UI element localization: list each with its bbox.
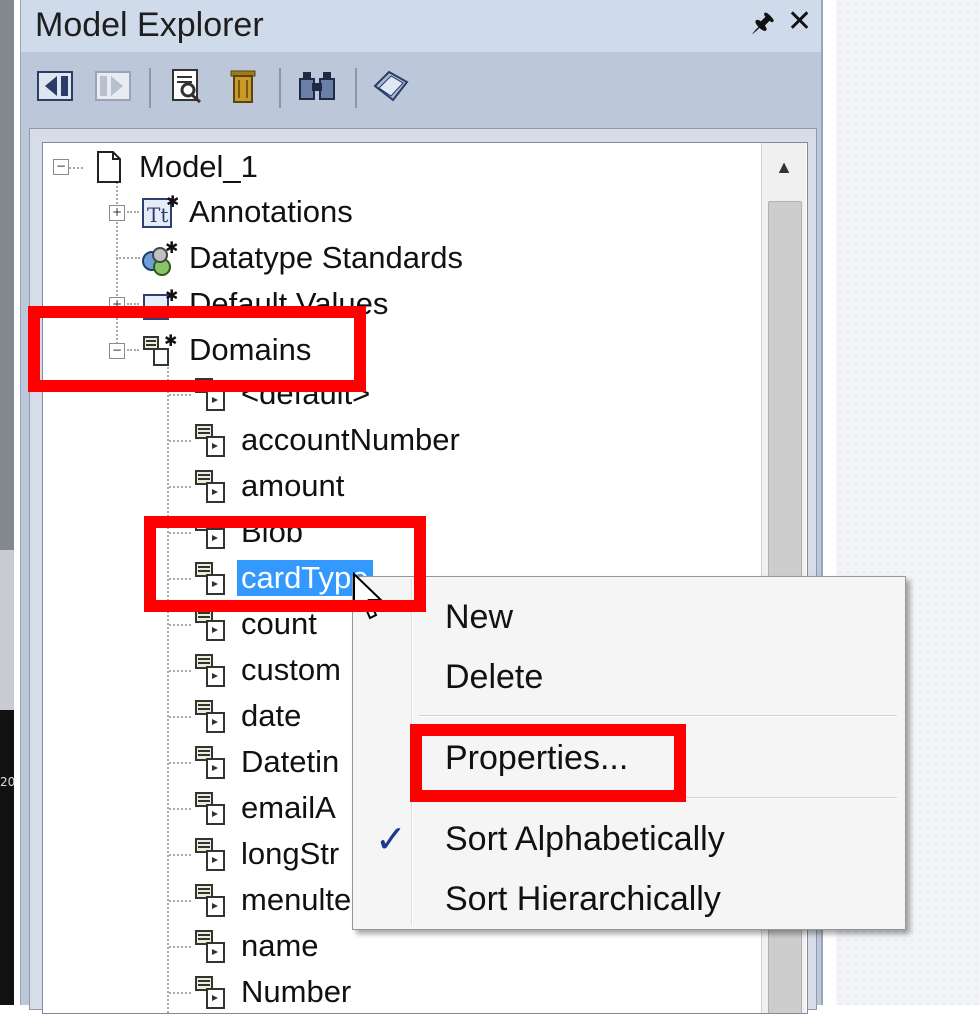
scroll-up-arrow-icon[interactable]: ▲ [762,143,806,191]
domains-collapse-toggle[interactable]: − [109,343,125,359]
domain-item[interactable]: Number [191,970,355,1013]
default-values-expand-toggle[interactable]: + [109,297,125,313]
tree-node-default-values[interactable]: ✱ Default Values [139,282,392,326]
domain-item-icon [191,604,231,644]
collapse-left-icon[interactable] [35,66,75,106]
left-strip-bottom [0,710,14,1005]
domain-item-icon [191,834,231,874]
tree-node-model[interactable]: Model_1 [89,145,262,189]
domain-item[interactable]: date [191,694,305,738]
menu-item-sort-alphabetically[interactable]: ✓ Sort Alphabetically [353,811,905,867]
domain-item[interactable]: emailA [191,786,340,830]
explorer-toolbar [21,56,821,126]
domain-item[interactable]: name [191,924,323,968]
domain-item-label: Blob [241,514,304,549]
menu-item-label: Properties... [445,738,629,777]
tree-node-label: Default Values [189,286,389,321]
tree-node-label: Annotations [189,194,353,229]
domain-item[interactable]: cardType [191,556,373,600]
mouse-cursor-icon [353,572,384,620]
tag-icon[interactable] [371,66,411,106]
domain-item-icon [191,420,231,460]
expand-right-icon[interactable] [93,66,133,106]
left-window-strip: 20 [0,0,16,1005]
domain-item-label: date [241,698,302,733]
close-icon[interactable]: ✕ [787,4,812,39]
domain-item-label: <default> [241,376,371,411]
domain-item-icon [191,650,231,690]
svg-text:✱: ✱ [166,193,178,211]
left-strip-top [0,0,14,550]
domain-item[interactable]: count [191,602,321,646]
annotations-expand-toggle[interactable]: + [109,205,125,221]
context-menu: New Delete Properties... ✓ Sort Alphabet… [352,576,906,930]
delete-icon[interactable] [223,66,263,106]
domain-item-label: amount [241,468,345,503]
domain-item-icon [191,788,231,828]
svg-text:✱: ✱ [165,286,178,305]
menu-item-new[interactable]: New [353,589,905,645]
domain-item[interactable]: Datetin [191,740,343,784]
domain-item-label: emailA [241,790,336,825]
svg-text:✱: ✱ [165,239,178,257]
menu-item-label: Delete [445,657,544,696]
domain-item[interactable]: custom [191,648,345,692]
tree-node-domains[interactable]: ✱ Domains [139,328,315,372]
left-strip-text: 20 [0,775,16,789]
domains-icon: ✱ [139,330,179,370]
domain-item-label: menulte [241,882,352,917]
domain-item-icon [191,742,231,782]
domain-item-icon [191,558,231,598]
domain-item-label: Datetin [241,744,340,779]
datatype-standards-icon: ✱ [139,238,179,278]
preview-icon[interactable] [167,66,207,106]
domain-item-label: count [241,606,317,641]
panel-title: Model Explorer [35,6,264,44]
checkmark-icon: ✓ [375,817,407,861]
domain-item-label: longStr [241,836,340,871]
domain-item[interactable]: longStr [191,832,343,876]
menu-item-delete[interactable]: Delete [353,649,905,705]
menu-item-sort-hierarchically[interactable]: Sort Hierarchically [353,871,905,927]
pin-icon[interactable]: 🖈 [751,4,775,48]
left-strip-mid [0,550,14,710]
default-values-icon: ✱ [139,284,179,324]
domain-item[interactable]: menulte [191,878,355,922]
domain-item-icon [191,374,231,414]
tree-node-label: Domains [189,332,312,367]
domain-item-label: accountNumber [241,422,460,457]
tree-node-annotations[interactable]: Tt✱ Annotations [139,190,357,234]
domain-item-icon [191,512,231,552]
domain-item[interactable]: Blob [191,510,307,554]
domain-item-icon [191,972,231,1012]
domain-item[interactable]: amount [191,464,348,508]
domain-item-icon [191,926,231,966]
root-collapse-toggle[interactable]: − [53,159,69,175]
document-icon [89,147,129,187]
menu-item-label: Sort Hierarchically [445,879,721,918]
find-icon[interactable] [297,66,337,106]
domain-item-icon [191,466,231,506]
domain-item-label: custom [241,652,341,687]
domain-item-icon [191,696,231,736]
menu-item-label: New [445,597,514,636]
menu-item-properties[interactable]: Properties... [353,730,905,786]
tree-node-label: Model_1 [139,149,258,184]
tree-node-label: Datatype Standards [189,240,464,275]
annotations-icon: Tt✱ [139,192,179,232]
domain-item[interactable]: accountNumber [191,418,464,462]
domain-item-icon [191,880,231,920]
svg-text:✱: ✱ [164,331,177,350]
panel-titlebar: Model Explorer 🖈 ✕ [21,0,821,52]
menu-item-label: Sort Alphabetically [445,819,725,858]
domain-item[interactable]: <default> [191,372,374,416]
tree-node-datatype-standards[interactable]: ✱ Datatype Standards [139,236,467,280]
domain-item-label: name [241,928,319,963]
